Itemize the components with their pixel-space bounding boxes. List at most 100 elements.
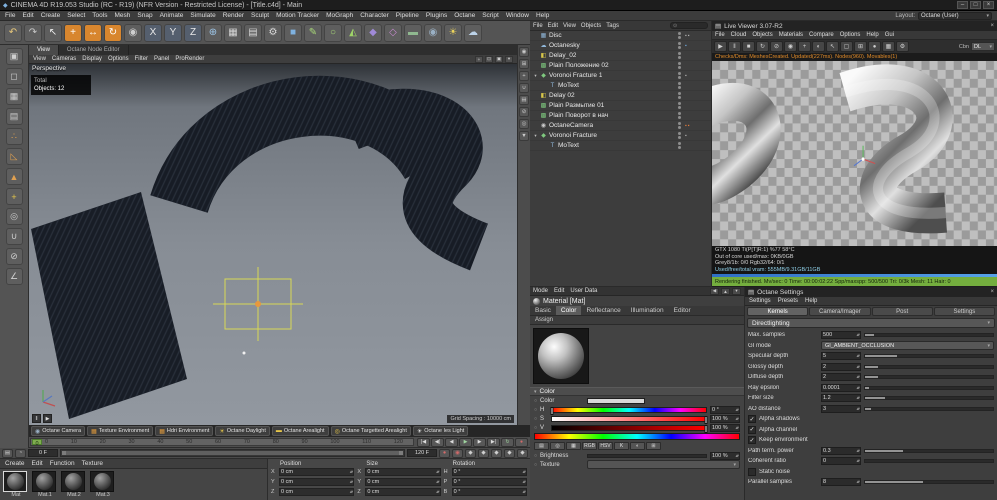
octane-settings-close-button[interactable]: × [990,289,994,295]
object-row[interactable]: ▾ ◆ Voronoi Fracture 1 ▪ [530,71,711,81]
setting-value-field[interactable]: 3▴▾ [821,405,861,413]
coordinate-field[interactable]: 0 cm▴▾ [279,478,354,486]
setting-checkbox[interactable]: ✓ [748,426,756,434]
live-viewer-menu-item[interactable]: Options [840,32,861,38]
section-collapse-icon[interactable]: ▾ [534,389,537,395]
material-menu-item[interactable]: Edit [32,460,43,467]
object-row[interactable]: T MoText [530,81,711,91]
goto-start-button[interactable]: |◀ [417,438,430,447]
octane-arealight-button[interactable]: ▬ Octane Arealight [272,426,329,436]
setting-value-field[interactable]: 2▴▾ [821,373,861,381]
stepper-icon[interactable]: ▴▾ [350,489,353,495]
viewport-3d-scene[interactable] [29,64,517,425]
camera-tool-icon[interactable]: ◉ [424,24,442,42]
stepper-icon[interactable]: ▴▾ [350,469,353,475]
range-end-field[interactable]: 120 F [407,449,437,457]
autokey-button[interactable]: ◉ [452,449,463,458]
deformer-icon[interactable]: ◇ [384,24,402,42]
live-viewer-menu-item[interactable]: Gui [885,32,894,38]
color-spectrum-bar[interactable] [534,433,740,440]
setting-checkbox[interactable]: ✓ [748,436,756,444]
stepper-icon[interactable]: ▴▾ [436,489,439,495]
coordinate-field[interactable]: 0 cm▴▾ [279,488,354,496]
object-manager-menu-item[interactable]: Tags [606,23,619,29]
visibility-dots[interactable] [678,32,681,39]
object-name[interactable]: Disc [549,32,562,39]
object-name[interactable]: OctaneCamera [549,122,593,129]
x-lock-icon[interactable]: X [144,24,162,42]
visibility-dots[interactable] [678,112,681,119]
record-button[interactable]: ● [515,438,528,447]
loop-button[interactable]: ↻ [501,438,514,447]
viewport-menu-item[interactable]: Cameras [52,56,76,62]
record-position-button[interactable]: ◆ [465,449,476,458]
coordinate-field[interactable]: 0 °▴▾ [452,478,527,486]
setting-value-field[interactable]: 0.3▴▾ [821,447,861,455]
material-editor-menu-item[interactable]: Edit [554,288,564,294]
scale-tool-icon[interactable]: ↔ [84,24,102,42]
viewport-menu-item[interactable]: Display [82,56,102,62]
material-editor-tab[interactable]: Color [556,306,582,315]
object-manager-menu-item[interactable]: Edit [548,23,558,29]
menu-item[interactable]: Script [482,12,499,19]
floor-icon[interactable]: ▬ [404,24,422,42]
object-manager-menu-item[interactable]: Objects [581,23,601,29]
visibility-dots[interactable] [678,142,681,149]
subdivision-surface-icon[interactable]: ◭ [344,24,362,42]
prev-key-button[interactable]: ◀| [431,438,444,447]
render-view[interactable] [712,61,997,246]
material-editor-tab[interactable]: Illumination [626,306,669,315]
viewport-tab[interactable]: Octane Node Editor [59,45,129,55]
octane-ies-light-button[interactable]: ☀ Octane Ies Light [413,426,468,436]
object-row[interactable]: T MoText [530,141,711,151]
assign-tab[interactable]: Assign [530,316,744,325]
visibility-dots[interactable] [678,52,681,59]
record-rotation-button[interactable]: ◆ [491,449,502,458]
rotate-tool-icon[interactable]: ↻ [104,24,122,42]
visibility-dots[interactable] [678,92,681,99]
live-viewer-menu-item[interactable]: Help [866,32,878,38]
coordinate-field[interactable]: 0 cm▴▾ [365,488,440,496]
octane-settings-tab[interactable]: Post [872,307,933,316]
menu-item[interactable]: File [5,12,15,19]
slider-handle[interactable] [551,407,554,415]
primitive-cube-icon[interactable]: ■ [284,24,302,42]
object-row[interactable]: ▩ Plain Размытие 01 [530,101,711,111]
light-tool-icon[interactable]: ☀ [444,24,462,42]
object-name[interactable]: Delay_02 [549,52,576,59]
object-name[interactable]: Plain Положение 02 [549,62,609,69]
material-editor-menu-item[interactable]: User Data [570,288,597,294]
coordinate-field[interactable]: 0 cm▴▾ [365,478,440,486]
setting-value-field[interactable]: 8▴▾ [821,478,861,486]
expand-arrow-icon[interactable]: ▾ [532,73,539,79]
z-lock-icon[interactable]: Z [184,24,202,42]
kernel-mode-dropdown[interactable]: DL▾ [971,42,995,51]
octane-settings-tab[interactable]: Settings [934,307,995,316]
object-tags[interactable]: ▪ [685,133,711,139]
visibility-dots[interactable] [678,132,681,139]
octane-settings-tab[interactable]: Camera/Imager [809,307,870,316]
coordinate-field[interactable]: 0 cm▴▾ [279,468,354,476]
brightness-toggle-icon[interactable]: ○ [534,453,537,459]
live-viewer-menu-item[interactable]: File [715,32,725,38]
viewport-tab[interactable]: View [29,45,59,55]
side-snap-icon[interactable]: ∪ [519,83,529,93]
hsv-value-field[interactable]: 100 %▴▾ [710,415,740,423]
object-row[interactable]: ◉ OctaneCamera ▪▪ [530,121,711,131]
render-picture-viewer-icon[interactable]: ▤ [244,24,262,42]
lv-pause-icon[interactable]: ‖ [728,41,741,52]
viewport-play-icon[interactable]: ▶ [43,414,52,423]
vp-menu-icon[interactable]: ▾ [505,56,513,63]
coordinate-field[interactable]: 0 °▴▾ [452,468,527,476]
object-row[interactable]: ◧ Delay_02 [530,51,711,61]
setting-slider[interactable] [864,375,994,379]
lv-lock-resolution-icon[interactable]: ⊘ [770,41,783,52]
points-mode-icon[interactable]: ∴ [6,128,23,145]
last-tool-icon[interactable]: ◉ [124,24,142,42]
redo-icon[interactable]: ↷ [24,24,42,42]
visibility-dots[interactable] [678,122,681,129]
menu-item[interactable]: Edit [22,12,33,19]
record-pla-button[interactable]: ◆ [517,449,528,458]
lv-pick-focus-icon[interactable]: + [798,41,811,52]
make-editable-icon[interactable]: ▣ [6,48,23,65]
